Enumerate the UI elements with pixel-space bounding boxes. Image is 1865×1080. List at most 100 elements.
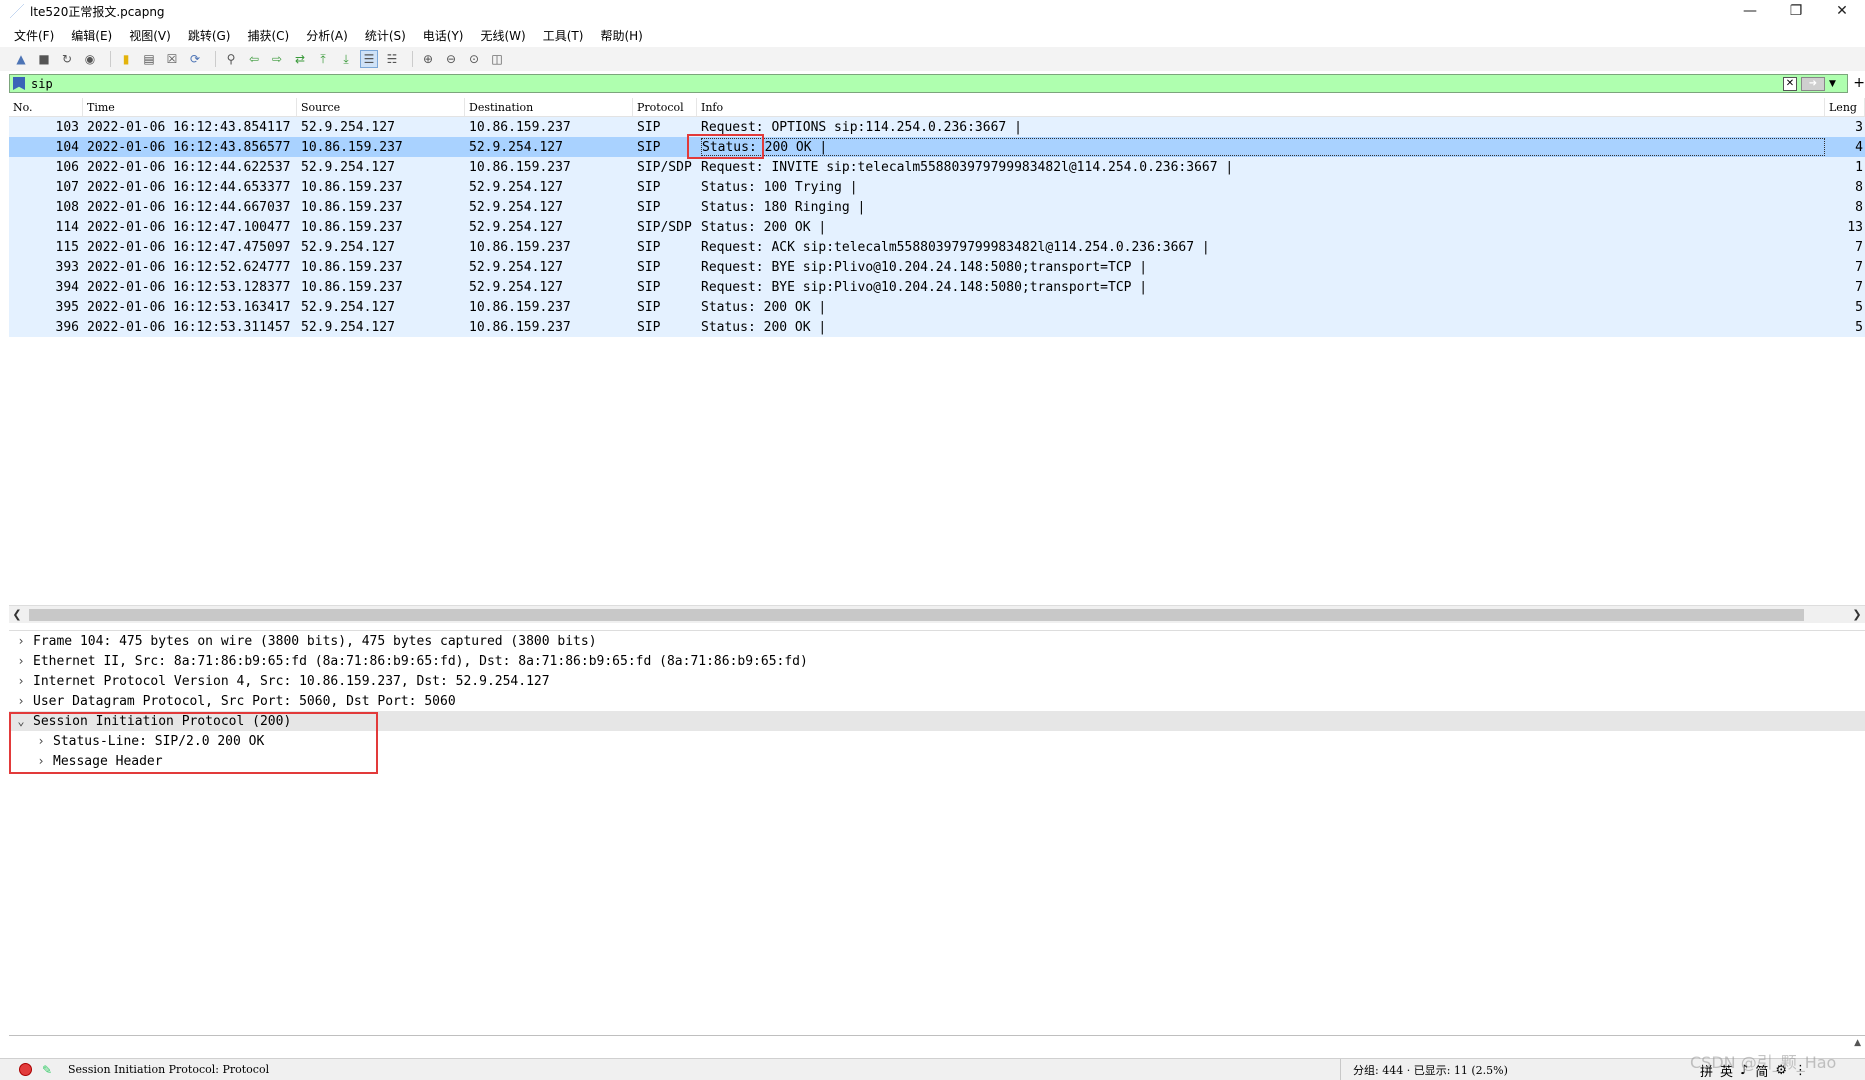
packet-row[interactable]: 114 2022-01-06 16:12:47.100477 10.86.159.2…: [9, 217, 1865, 237]
last-packet-icon[interactable]: ⤓: [337, 50, 355, 68]
save-file-icon[interactable]: ▤: [140, 50, 158, 68]
packet-info: Status: 200 OK |: [697, 137, 1825, 157]
menu-file[interactable]: 文件(F): [14, 27, 54, 44]
detail-rows: › Frame 104: 475 bytes on wire (3800 bits…: [9, 631, 1865, 771]
packet-source: 52.9.254.127: [301, 239, 395, 255]
packet-row[interactable]: 106 2022-01-06 16:12:44.622537 52.9.254.12…: [9, 157, 1865, 177]
packet-length: 5: [1855, 299, 1863, 315]
column-header-info[interactable]: Info: [697, 98, 1825, 116]
ime-settings-icon[interactable]: ⚙: [1775, 1063, 1787, 1078]
packet-info: Status: 200 OK |: [697, 317, 1825, 337]
packet-length: 8: [1855, 179, 1863, 195]
go-to-packet-icon[interactable]: ⇄: [291, 50, 309, 68]
ime-english-icon[interactable]: 英: [1720, 1061, 1733, 1080]
column-header-no[interactable]: No.: [9, 98, 83, 116]
go-back-icon[interactable]: ⇦: [245, 50, 263, 68]
packet-row[interactable]: 396 2022-01-06 16:12:53.311457 52.9.254.12…: [9, 317, 1865, 337]
packet-row[interactable]: 394 2022-01-06 16:12:53.128377 10.86.159.2…: [9, 277, 1865, 297]
edit-comment-icon[interactable]: ✎: [42, 1063, 56, 1077]
scroll-thumb[interactable]: [29, 608, 1804, 621]
first-packet-icon[interactable]: ⤒: [314, 50, 332, 68]
detail-row[interactable]: › Frame 104: 475 bytes on wire (3800 bits…: [9, 631, 1865, 651]
restart-capture-icon[interactable]: ↻: [58, 50, 76, 68]
scroll-right-icon[interactable]: ❯: [1849, 608, 1865, 621]
ime-moon-icon[interactable]: ♪: [1740, 1063, 1748, 1078]
packet-destination: 52.9.254.127: [469, 139, 563, 155]
packet-protocol: SIP/SDP: [637, 159, 692, 175]
bytes-scroll-icon[interactable]: ▲: [1854, 1038, 1861, 1048]
packet-row[interactable]: 115 2022-01-06 16:12:47.475097 52.9.254.12…: [9, 237, 1865, 257]
start-capture-icon[interactable]: ▲: [12, 50, 30, 68]
chevron-right-icon[interactable]: ›: [15, 694, 27, 708]
close-button[interactable]: ✕: [1819, 0, 1865, 22]
add-filter-button-icon[interactable]: +: [1853, 75, 1865, 91]
bookmark-icon[interactable]: [13, 77, 25, 90]
restore-button[interactable]: ❐: [1773, 0, 1819, 22]
chevron-down-icon[interactable]: ⌄: [15, 714, 27, 728]
title-bar: lte520正常报文.pcapng — ❐ ✕: [0, 0, 1865, 22]
zoom-out-icon[interactable]: ⊖: [442, 50, 460, 68]
packet-source: 52.9.254.127: [301, 159, 395, 175]
reload-file-icon[interactable]: ⟳: [186, 50, 204, 68]
packet-no: 107: [55, 179, 79, 195]
menu-go[interactable]: 跳转(G): [188, 27, 231, 44]
column-header-time[interactable]: Time: [83, 98, 297, 116]
menu-wireless[interactable]: 无线(W): [481, 27, 526, 44]
close-file-icon[interactable]: ☒: [163, 50, 181, 68]
detail-row[interactable]: › Message Header: [9, 751, 1865, 771]
column-header-protocol[interactable]: Protocol: [633, 98, 697, 116]
colorize-icon[interactable]: ☵: [383, 50, 401, 68]
scroll-left-icon[interactable]: ❮: [9, 608, 25, 621]
resize-columns-icon[interactable]: ◫: [488, 50, 506, 68]
menu-telephony[interactable]: 电话(Y): [423, 27, 464, 44]
menu-statistics[interactable]: 统计(S): [365, 27, 406, 44]
packet-row[interactable]: 103 2022-01-06 16:12:43.854117 52.9.254.12…: [9, 117, 1865, 137]
ime-pinyin-icon[interactable]: 拼: [1700, 1061, 1713, 1080]
column-header-length[interactable]: Leng: [1825, 98, 1865, 116]
menu-help[interactable]: 帮助(H): [600, 27, 642, 44]
packet-info: Request: INVITE sip:telecalm558803979799…: [697, 157, 1825, 177]
detail-row[interactable]: ⌄ Session Initiation Protocol (200): [9, 711, 1865, 731]
column-header-destination[interactable]: Destination: [465, 98, 633, 116]
packet-row[interactable]: 393 2022-01-06 16:12:52.624777 10.86.159.2…: [9, 257, 1865, 277]
menu-capture[interactable]: 捕获(C): [247, 27, 289, 44]
open-file-icon[interactable]: ▮: [117, 50, 135, 68]
minimize-button[interactable]: —: [1727, 0, 1773, 22]
go-forward-icon[interactable]: ⇨: [268, 50, 286, 68]
packet-row[interactable]: 108 2022-01-06 16:12:44.667037 10.86.159.2…: [9, 197, 1865, 217]
find-packet-icon[interactable]: ⚲: [222, 50, 240, 68]
menu-view[interactable]: 视图(V): [129, 27, 171, 44]
detail-row[interactable]: › Internet Protocol Version 4, Src: 10.86…: [9, 671, 1865, 691]
chevron-right-icon[interactable]: ›: [15, 634, 27, 648]
packet-row[interactable]: 395 2022-01-06 16:12:53.163417 52.9.254.12…: [9, 297, 1865, 317]
expert-info-icon[interactable]: [19, 1063, 32, 1076]
filter-history-chevron-icon[interactable]: ▼: [1829, 79, 1841, 89]
packet-list-hscrollbar[interactable]: ❮ ❯: [9, 605, 1865, 623]
stop-capture-icon[interactable]: ■: [35, 50, 53, 68]
chevron-right-icon[interactable]: ›: [35, 754, 47, 768]
detail-row[interactable]: › Ethernet II, Src: 8a:71:86:b9:65:fd (8a…: [9, 651, 1865, 671]
zoom-normal-icon[interactable]: ⊙: [465, 50, 483, 68]
packet-row[interactable]: 104 2022-01-06 16:12:43.856577 10.86.159.2…: [9, 137, 1865, 157]
autoscroll-icon[interactable]: ☰: [360, 50, 378, 68]
packet-time: 2022-01-06 16:12:44.622537: [87, 159, 291, 175]
detail-row[interactable]: › Status-Line: SIP/2.0 200 OK: [9, 731, 1865, 751]
ime-more-icon[interactable]: ⋮: [1794, 1063, 1807, 1078]
packet-time: 2022-01-06 16:12:53.163417: [87, 299, 291, 315]
chevron-right-icon[interactable]: ›: [35, 734, 47, 748]
packet-row[interactable]: 107 2022-01-06 16:12:44.653377 10.86.159.2…: [9, 177, 1865, 197]
clear-filter-icon[interactable]: ✕: [1783, 76, 1797, 91]
chevron-right-icon[interactable]: ›: [15, 674, 27, 688]
column-header-source[interactable]: Source: [297, 98, 465, 116]
apply-filter-icon[interactable]: ➜: [1801, 76, 1825, 91]
capture-options-icon[interactable]: ◉: [81, 50, 99, 68]
detail-row-text: Frame 104: 475 bytes on wire (3800 bits)…: [33, 633, 597, 649]
menu-edit[interactable]: 编辑(E): [71, 27, 112, 44]
zoom-in-icon[interactable]: ⊕: [419, 50, 437, 68]
menu-analyze[interactable]: 分析(A): [306, 27, 348, 44]
detail-row[interactable]: › User Datagram Protocol, Src Port: 5060,…: [9, 691, 1865, 711]
menu-tools[interactable]: 工具(T): [543, 27, 584, 44]
ime-simplified-icon[interactable]: 简: [1755, 1061, 1768, 1080]
display-filter-input[interactable]: [31, 75, 1783, 92]
chevron-right-icon[interactable]: ›: [15, 654, 27, 668]
